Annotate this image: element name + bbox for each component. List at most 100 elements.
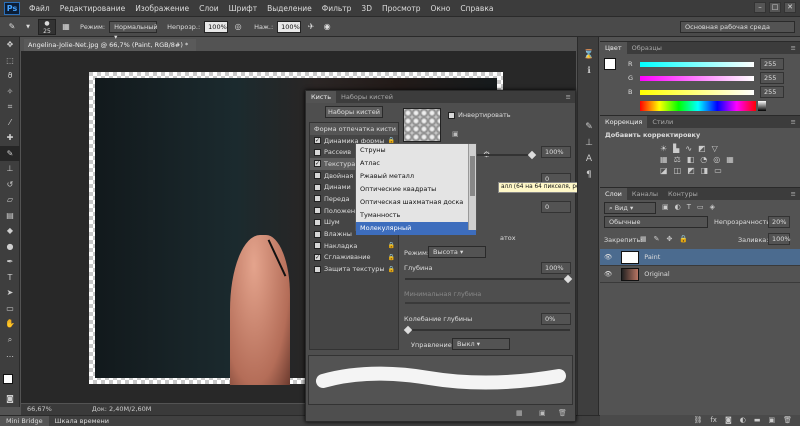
panel-menu-icon[interactable]: ≡	[566, 91, 575, 103]
chevron-down-icon[interactable]: ▼	[22, 21, 34, 33]
close-button[interactable]: ✕	[784, 2, 796, 13]
menu-edit[interactable]: Редактирование	[55, 4, 130, 13]
control-select[interactable]: Выкл ▾	[452, 338, 510, 350]
type-filter-icon[interactable]: T	[687, 203, 691, 211]
gradient-tool-icon[interactable]: ▤	[0, 208, 20, 224]
type-tool-icon[interactable]: T	[0, 270, 20, 286]
new-pattern-icon[interactable]: ▣	[452, 130, 459, 138]
opacity-field[interactable]: 100%	[204, 20, 229, 33]
channel-r-field[interactable]: 255	[760, 58, 784, 70]
tab-timeline[interactable]: Шкала времени	[49, 416, 115, 426]
airbrush-icon[interactable]: ✈	[305, 21, 317, 33]
document-tab[interactable]: Angelina-Jolie-Net.jpg @ 66,7% (Paint, R…	[24, 39, 196, 51]
texture-mode-select[interactable]: Высота ▾	[428, 246, 486, 258]
healing-tool-icon[interactable]: ✚	[0, 130, 20, 146]
invert-icon[interactable]: ◪	[660, 166, 668, 175]
menu-select[interactable]: Выделение	[262, 4, 317, 13]
lasso-tool-icon[interactable]: ϑ	[0, 68, 20, 84]
blend-mode-select[interactable]: Обычные	[604, 216, 708, 228]
path-select-tool-icon[interactable]: ➤	[0, 285, 20, 301]
posterize-icon[interactable]: ◫	[674, 166, 682, 175]
history-brush-tool-icon[interactable]: ↺	[0, 177, 20, 193]
new-layer-icon[interactable]: ▣	[768, 415, 775, 426]
texture-option[interactable]: Туманность	[356, 209, 476, 222]
link-icon[interactable]: ⛓	[693, 415, 702, 426]
photo-filter-icon[interactable]: ◔	[700, 155, 707, 164]
scale-field[interactable]: 100%	[541, 146, 571, 158]
brush-tool-icon[interactable]: ✎	[0, 145, 20, 161]
menu-3d[interactable]: 3D	[356, 4, 377, 13]
pixel-filter-icon[interactable]: ▣	[662, 203, 669, 211]
black-white-icon[interactable]: ◧	[687, 155, 695, 164]
depth-slider[interactable]	[405, 274, 573, 284]
dodge-tool-icon[interactable]: ●	[0, 239, 20, 255]
lock-pixels-icon[interactable]: ✎	[654, 235, 660, 243]
marquee-tool-icon[interactable]: ⬚	[0, 53, 20, 69]
zoom-tool-icon[interactable]: ⌕	[0, 332, 20, 348]
gradient-map-icon[interactable]: ▭	[714, 166, 722, 175]
checkbox[interactable]	[314, 218, 321, 226]
adjustment-layer-icon[interactable]: ◐	[740, 415, 746, 426]
shape-filter-icon[interactable]: ▭	[697, 203, 704, 211]
texture-option[interactable]: Оптическая шахматная доска	[356, 196, 476, 209]
list-item[interactable]: Форма отпечатка кисти	[310, 123, 398, 135]
brightness-contrast-icon[interactable]: ☀	[660, 144, 667, 153]
dropdown-scrollbar[interactable]	[468, 144, 476, 230]
checkbox[interactable]	[314, 230, 321, 238]
pressure-size-icon[interactable]: ◉	[321, 21, 333, 33]
eye-icon[interactable]: 👁	[604, 270, 612, 278]
layer-filter-select[interactable]: ⌕ Вид ▾	[604, 202, 656, 214]
panel-menu-icon[interactable]: ≡	[791, 116, 800, 128]
lock-icon[interactable]: 🔒	[388, 254, 395, 261]
layer-name[interactable]: Paint	[644, 253, 660, 261]
new-brush-icon[interactable]: ▣	[539, 409, 546, 417]
levels-icon[interactable]: ▙	[673, 144, 679, 153]
color-balance-icon[interactable]: ⚖	[674, 155, 681, 164]
quick-select-tool-icon[interactable]: ✧	[0, 84, 20, 100]
layer-thumbnail[interactable]	[621, 250, 640, 264]
hue-saturation-icon[interactable]: ▦	[660, 155, 668, 164]
menu-filter[interactable]: Фильтр	[317, 4, 357, 13]
eraser-tool-icon[interactable]: ▱	[0, 192, 20, 208]
document-size[interactable]: Док: 2,40M/2,60M	[92, 404, 152, 415]
clone-source-icon[interactable]: ⊥	[578, 135, 600, 151]
brush-tool-icon[interactable]: ✎	[6, 21, 18, 33]
list-item[interactable]: Накладка 🔒	[310, 240, 398, 252]
brush-preset-picker[interactable]: ● 25	[38, 18, 56, 35]
checkbox[interactable]: ✓	[314, 253, 321, 261]
checkbox[interactable]	[314, 207, 321, 215]
move-tool-icon[interactable]: ✥	[0, 37, 20, 53]
exposure-icon[interactable]: ◩	[698, 144, 706, 153]
vibrance-icon[interactable]: ▽	[712, 144, 718, 153]
menu-help[interactable]: Справка	[455, 4, 498, 13]
checkbox[interactable]	[314, 265, 321, 273]
channel-g-slider[interactable]	[640, 76, 754, 81]
foreground-color-swatch[interactable]	[604, 58, 616, 70]
channel-g-field[interactable]: 255	[760, 72, 784, 84]
hand-tool-icon[interactable]: ✋	[0, 316, 20, 332]
checkbox[interactable]	[314, 183, 321, 191]
folder-icon[interactable]: ▬	[754, 415, 761, 426]
texture-option[interactable]: Струны	[356, 144, 476, 157]
mask-icon[interactable]: ◙	[725, 415, 732, 426]
menu-view[interactable]: Просмотр	[377, 4, 426, 13]
slider-knob[interactable]	[527, 150, 537, 160]
slider-knob[interactable]	[403, 325, 413, 335]
brush-panel-icon[interactable]: ✎	[578, 119, 600, 135]
tab-channels[interactable]: Каналы	[627, 188, 663, 200]
quick-mask-icon[interactable]: ◙	[0, 391, 20, 407]
more-tools-icon[interactable]: …	[0, 347, 20, 363]
eye-icon[interactable]: 👁	[604, 253, 612, 261]
lock-icon[interactable]: 🔒	[388, 266, 395, 273]
adjustment-filter-icon[interactable]: ◐	[675, 203, 681, 211]
tab-paths[interactable]: Контуры	[663, 188, 703, 200]
pen-tool-icon[interactable]: ✒	[0, 254, 20, 270]
history-icon[interactable]: ⌛	[578, 47, 600, 63]
layer-row-paint[interactable]: 👁 Paint	[600, 249, 800, 266]
fx-icon[interactable]: fx	[710, 415, 717, 426]
toggle-bristle-preview-icon[interactable]: ▦	[516, 409, 523, 417]
black-white-ramp[interactable]	[758, 101, 766, 111]
brush-presets-button[interactable]: Наборы кистей	[325, 106, 383, 118]
menu-layers[interactable]: Слои	[194, 4, 224, 13]
shape-tool-icon[interactable]: ▭	[0, 301, 20, 317]
